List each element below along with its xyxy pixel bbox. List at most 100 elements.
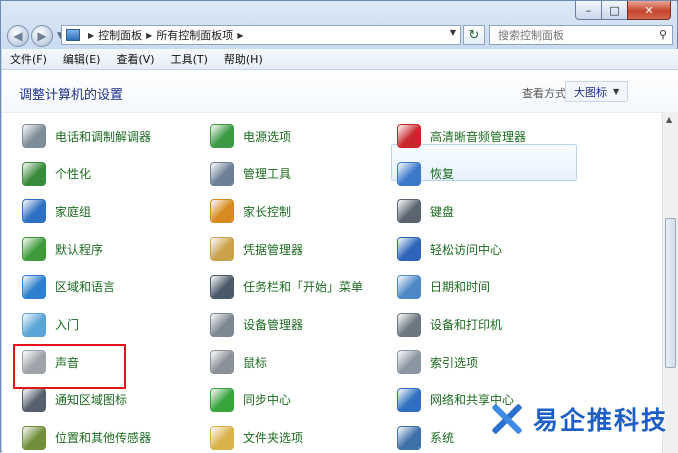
chevron-down-icon: ▼ [613, 87, 620, 96]
content-header: 调整计算机的设置 查看方式: 大图标 ▼ [2, 70, 678, 113]
item-label: 凭据管理器 [243, 242, 304, 257]
address-bar[interactable]: ▶ 控制面板 ▶ 所有控制面板项 ▶ ▼ [61, 25, 461, 45]
control-panel-window: – □ ✕ ◀ ▶ ▼ ▶ 控制面板 ▶ 所有控制面板项 ▶ ▼ ↻ ⚲ 文件(… [0, 0, 678, 453]
item-taskbar-start[interactable]: 任务栏和「开始」菜单 [210, 272, 363, 302]
admin-tools-icon [210, 161, 234, 186]
menu-tools[interactable]: 工具(T) [163, 51, 216, 67]
forward-arrow-icon: ▶ [37, 29, 47, 43]
item-personalization[interactable]: 个性化 [22, 159, 91, 189]
credential-manager-icon [210, 237, 234, 262]
menu-help[interactable]: 帮助(H) [216, 51, 271, 67]
item-keyboard[interactable]: 键盘 [397, 196, 454, 226]
breadcrumb-separator-icon[interactable]: ▶ [237, 31, 243, 40]
item-notification-area[interactable]: 通知区域图标 [22, 385, 127, 415]
date-time-icon [397, 274, 421, 299]
personalization-icon [22, 161, 46, 186]
item-label: 任务栏和「开始」菜单 [243, 280, 364, 295]
item-label: 鼠标 [243, 355, 268, 370]
item-system[interactable]: 系统 [397, 423, 454, 453]
item-label: 设备管理器 [243, 318, 304, 332]
power-options-icon [210, 124, 234, 148]
location-sensors-icon [22, 425, 46, 450]
scroll-up-icon[interactable]: ▲ [666, 115, 672, 124]
item-label: 高清晰音频管理器 [430, 129, 527, 144]
item-ease-of-access[interactable]: 轻松访问中心 [397, 234, 502, 264]
menu-view[interactable]: 查看(V) [108, 51, 162, 67]
item-device-manager[interactable]: 设备管理器 [210, 310, 303, 340]
item-label: 轻松访问中心 [430, 242, 503, 257]
watermark-logo-icon [489, 402, 523, 436]
item-parental-controls[interactable]: 家长控制 [210, 196, 291, 226]
mouse-icon [210, 350, 234, 375]
item-homegroup[interactable]: 家庭组 [22, 196, 91, 226]
item-label: 通知区域图标 [55, 393, 128, 408]
item-admin-tools[interactable]: 管理工具 [210, 159, 291, 189]
devices-printers-icon [397, 312, 421, 337]
breadcrumb-separator-icon[interactable]: ▶ [88, 31, 94, 40]
item-recovery[interactable]: 恢复 [397, 159, 454, 189]
parental-controls-icon [210, 199, 234, 224]
item-sync-center[interactable]: 同步中心 [210, 385, 291, 415]
item-getting-started[interactable]: 入门 [22, 310, 79, 340]
item-default-programs[interactable]: 默认程序 [22, 234, 103, 264]
item-label: 家长控制 [243, 204, 292, 219]
caption-buttons: – □ ✕ [575, 1, 671, 20]
page-title: 调整计算机的设置 [19, 88, 124, 103]
item-date-time[interactable]: 日期和时间 [397, 272, 490, 302]
view-by-dropdown[interactable]: 大图标 ▼ [565, 81, 629, 102]
watermark-text: 易企推科技 [533, 406, 669, 435]
device-manager-icon [210, 312, 234, 337]
item-label: 日期和时间 [430, 280, 491, 295]
item-label: 入门 [55, 318, 80, 332]
menu-file[interactable]: 文件(F) [2, 51, 55, 67]
item-label: 位置和其他传感器 [55, 431, 152, 446]
item-label: 区域和语言 [55, 280, 116, 295]
menu-bar: 文件(F) 编辑(E) 查看(V) 工具(T) 帮助(H) [2, 49, 678, 70]
search-icon[interactable]: ⚲ [659, 28, 667, 41]
breadcrumb-control-panel[interactable]: 控制面板 [98, 27, 142, 43]
view-by-label: 查看方式: [522, 87, 570, 100]
getting-started-icon [22, 312, 46, 337]
phone-modem-icon [22, 124, 46, 148]
hd-audio-manager-icon [397, 124, 421, 148]
item-devices-printers[interactable]: 设备和打印机 [397, 310, 502, 340]
item-phone-modem[interactable]: 电话和调制解调器 [22, 121, 151, 151]
minimize-button[interactable]: – [575, 1, 601, 20]
search-box[interactable]: ⚲ [489, 25, 673, 45]
taskbar-start-icon [210, 274, 234, 299]
item-region-language[interactable]: 区域和语言 [22, 272, 115, 302]
search-input[interactable] [496, 27, 650, 43]
forward-button[interactable]: ▶ [31, 25, 53, 47]
item-mouse[interactable]: 鼠标 [210, 347, 267, 377]
address-dropdown-icon[interactable]: ▼ [450, 28, 456, 37]
recovery-icon [397, 161, 421, 186]
maximize-button[interactable]: □ [601, 1, 627, 20]
breadcrumb-all-items[interactable]: 所有控制面板项 [156, 27, 233, 43]
region-language-icon [22, 274, 46, 299]
view-by-value: 大图标 [574, 85, 607, 99]
control-panel-icon [66, 29, 80, 41]
item-power-options[interactable]: 电源选项 [210, 121, 291, 151]
item-label: 设备和打印机 [430, 318, 503, 332]
menu-edit[interactable]: 编辑(E) [55, 51, 109, 67]
content-pane: 调整计算机的设置 查看方式: 大图标 ▼ 电话和调制解调器 个性化家庭组默认程序区域… [2, 70, 678, 453]
item-indexing-options[interactable]: 索引选项 [397, 347, 478, 377]
close-button[interactable]: ✕ [627, 1, 671, 20]
item-hd-audio-manager[interactable]: 高清晰音频管理器 [397, 121, 526, 151]
item-label: 默认程序 [55, 242, 104, 257]
item-label: 同步中心 [243, 393, 292, 408]
scrollbar-thumb[interactable] [665, 218, 676, 368]
item-label: 个性化 [55, 167, 92, 182]
sync-center-icon [210, 387, 234, 412]
item-label: 电话和调制解调器 [55, 129, 152, 144]
item-folder-options[interactable]: 文件夹选项 [210, 423, 303, 453]
refresh-button[interactable]: ↻ [463, 25, 485, 45]
navigation-buttons: ◀ ▶ ▼ [7, 23, 66, 49]
item-label: 家庭组 [55, 204, 92, 219]
back-button[interactable]: ◀ [7, 25, 29, 47]
breadcrumb-separator-icon[interactable]: ▶ [146, 31, 152, 40]
item-credential-manager[interactable]: 凭据管理器 [210, 234, 303, 264]
notification-area-icon [22, 387, 46, 412]
item-label: 管理工具 [243, 167, 292, 182]
item-location-sensors[interactable]: 位置和其他传感器 [22, 423, 151, 453]
